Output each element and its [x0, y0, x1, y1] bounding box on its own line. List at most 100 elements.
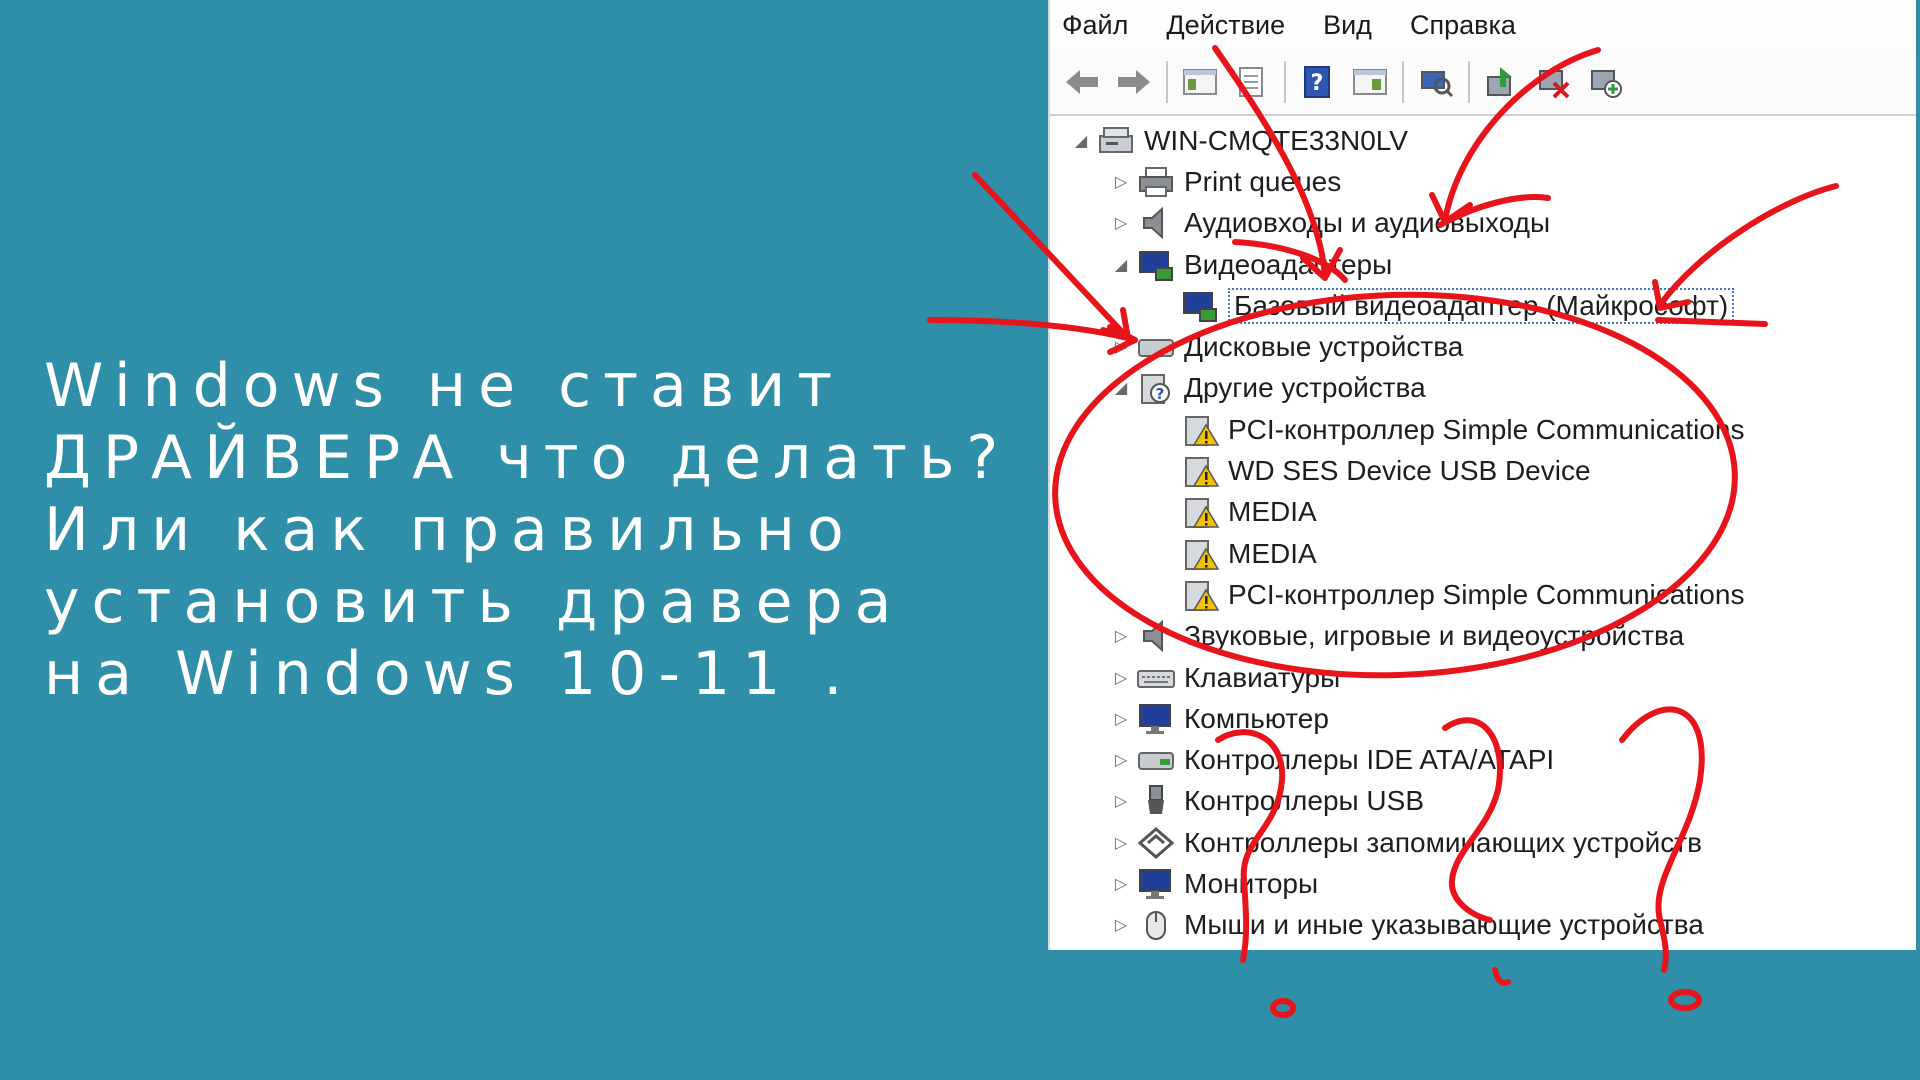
tree-category-label: Аудиовходы и аудиовыходы: [1184, 207, 1551, 239]
expand-arrow-icon[interactable]: ▷: [1106, 709, 1136, 729]
tree-category-label: Мониторы: [1184, 867, 1319, 899]
svg-text:?: ?: [1156, 385, 1165, 403]
headline-line-1: Windows не ставит: [44, 351, 845, 421]
tree-device-pci-controller[interactable]: PCI-контроллер Simple Communications: [1050, 574, 1916, 615]
tree-category-display-adapters[interactable]: ◢ Видеоадаптеры: [1050, 244, 1916, 285]
tree-category-label: Видеоадаптеры: [1184, 248, 1393, 280]
tree-device-label: WD SES Device USB Device: [1228, 455, 1591, 487]
expand-arrow-icon[interactable]: ▷: [1106, 915, 1136, 935]
unknown-device-icon: ?: [1141, 374, 1170, 405]
expand-arrow-icon[interactable]: ▷: [1106, 874, 1136, 894]
properties-icon[interactable]: [1230, 60, 1274, 104]
tree-device-media[interactable]: MEDIA: [1050, 533, 1916, 574]
tree-category-label: Контроллеры запоминающих устройств: [1184, 826, 1702, 858]
warning-device-icon: [1185, 539, 1220, 570]
tree-category-audio-io[interactable]: ▷ Аудиовходы и аудиовыходы: [1050, 203, 1916, 244]
tree-category-ide-ata[interactable]: ▷ Контроллеры IDE ATA/ATAPI: [1050, 739, 1916, 780]
warning-device-icon: [1185, 457, 1220, 488]
tree-category-label: Контроллеры IDE ATA/ATAPI: [1184, 744, 1555, 776]
tree-device-wd-ses[interactable]: WD SES Device USB Device: [1050, 450, 1916, 491]
expand-arrow-icon[interactable]: ▷: [1106, 213, 1136, 233]
headline-line-5: на Windows 10-11 .: [44, 639, 855, 709]
tree-category-label: Клавиатуры: [1184, 661, 1341, 693]
tree-category-label: Print queues: [1184, 165, 1342, 197]
expand-arrow-icon[interactable]: ▷: [1106, 791, 1136, 811]
tree-category-mice[interactable]: ▷ Мыши и иные указывающие устройства: [1050, 905, 1916, 946]
warning-device-icon: [1185, 498, 1220, 529]
warning-device-icon: [1185, 580, 1220, 611]
tree-device-label: MEDIA: [1228, 537, 1317, 569]
toolbar-separator: [1166, 61, 1168, 103]
svg-text:?: ?: [1311, 71, 1324, 96]
expand-arrow-icon[interactable]: ▷: [1106, 626, 1136, 646]
tree-category-usb-controllers[interactable]: ▷ Контроллеры USB: [1050, 781, 1916, 822]
tree-device-label: PCI-контроллер Simple Communications: [1228, 413, 1745, 445]
collapse-arrow-icon[interactable]: ◢: [1066, 131, 1096, 151]
menu-help[interactable]: Справка: [1410, 10, 1516, 41]
device-tree: ◢ WIN-CMQTE33N0LV ▷ Print queues ▷ Аудио…: [1050, 120, 1916, 946]
device-manager-window: Файл Действие Вид Справка ? ◢ WIN-CMQTE3…: [1048, 0, 1916, 950]
headline-line-3: Или как правильно: [44, 495, 856, 565]
expand-arrow-icon[interactable]: ▷: [1106, 668, 1136, 688]
help-icon[interactable]: ?: [1296, 60, 1340, 104]
monitor-icon: [1139, 703, 1171, 734]
display-adapter-icon: [1139, 250, 1173, 281]
tree-device-pci-controller[interactable]: PCI-контроллер Simple Communications: [1050, 409, 1916, 450]
menu-file[interactable]: Файл: [1062, 10, 1128, 41]
keyboard-icon: [1137, 669, 1175, 688]
tree-device-basic-display-adapter[interactable]: Базовый видеоадаптер (Майкрософт): [1050, 285, 1916, 326]
toolbar-separator: [1402, 61, 1404, 103]
menu-action[interactable]: Действие: [1166, 10, 1285, 41]
toolbar: ?: [1050, 50, 1916, 116]
display-adapter-icon: [1183, 291, 1217, 322]
tree-category-sound-video-game[interactable]: ▷ Звуковые, игровые и видеоустройства: [1050, 616, 1916, 657]
tree-root-label: WIN-CMQTE33N0LV: [1144, 124, 1408, 156]
tree-device-label: Базовый видеоадаптер (Майкрософт): [1228, 287, 1735, 324]
tree-category-keyboards[interactable]: ▷ Клавиатуры: [1050, 657, 1916, 698]
tree-category-computer[interactable]: ▷ Компьютер: [1050, 698, 1916, 739]
tree-device-label: MEDIA: [1228, 496, 1317, 528]
expand-arrow-icon[interactable]: ▷: [1106, 833, 1136, 853]
update-driver-icon[interactable]: [1480, 60, 1524, 104]
mouse-icon: [1146, 911, 1166, 941]
ide-controller-icon: [1138, 752, 1174, 771]
printer-icon: [1139, 166, 1173, 197]
tree-category-label: Звуковые, игровые и видеоустройства: [1184, 620, 1685, 652]
expand-arrow-icon[interactable]: ▷: [1106, 337, 1136, 357]
scan-hardware-icon[interactable]: [1414, 60, 1458, 104]
headline-line-2: ДРАЙВЕРА что делать?: [44, 423, 1011, 493]
expand-arrow-icon[interactable]: ▷: [1106, 172, 1136, 192]
toolbar-separator: [1284, 61, 1286, 103]
tree-category-disk-drives[interactable]: ▷ Дисковые устройства: [1050, 326, 1916, 367]
add-legacy-icon[interactable]: [1584, 60, 1628, 104]
collapse-arrow-icon[interactable]: ◢: [1106, 378, 1136, 398]
tree-device-media[interactable]: MEDIA: [1050, 492, 1916, 533]
forward-icon[interactable]: [1112, 60, 1156, 104]
headline-line-4: установить дравера: [44, 567, 904, 637]
tree-device-label: PCI-контроллер Simple Communications: [1228, 578, 1745, 610]
disk-drive-icon: [1138, 339, 1174, 358]
toolbar-separator: [1468, 61, 1470, 103]
tree-category-other-devices[interactable]: ◢ ? Другие устройства: [1050, 368, 1916, 409]
tree-category-print-queues[interactable]: ▷ Print queues: [1050, 161, 1916, 202]
computer-icon: [1099, 126, 1133, 153]
headline: Windows не ставит ДРАЙВЕРА что делать? И…: [44, 350, 1044, 710]
tree-category-label: Другие устройства: [1184, 372, 1426, 404]
resources-view-icon[interactable]: [1348, 60, 1392, 104]
tree-category-monitors[interactable]: ▷ Мониторы: [1050, 863, 1916, 904]
menu-bar: Файл Действие Вид Справка: [1050, 0, 1916, 50]
tree-category-label: Мыши и иные указывающие устройства: [1184, 909, 1704, 941]
speaker-icon: [1143, 619, 1163, 653]
collapse-arrow-icon[interactable]: ◢: [1106, 255, 1136, 275]
speaker-icon: [1143, 206, 1163, 240]
back-icon[interactable]: [1060, 60, 1104, 104]
usb-icon: [1148, 785, 1164, 815]
tree-root[interactable]: ◢ WIN-CMQTE33N0LV: [1050, 120, 1916, 161]
tree-category-storage-controllers[interactable]: ▷ Контроллеры запоминающих устройств: [1050, 822, 1916, 863]
warning-device-icon: [1185, 415, 1220, 446]
menu-view[interactable]: Вид: [1323, 10, 1372, 41]
tree-category-label: Контроллеры USB: [1184, 785, 1424, 817]
tree-view-icon[interactable]: [1178, 60, 1222, 104]
uninstall-device-icon[interactable]: [1532, 60, 1576, 104]
expand-arrow-icon[interactable]: ▷: [1106, 750, 1136, 770]
